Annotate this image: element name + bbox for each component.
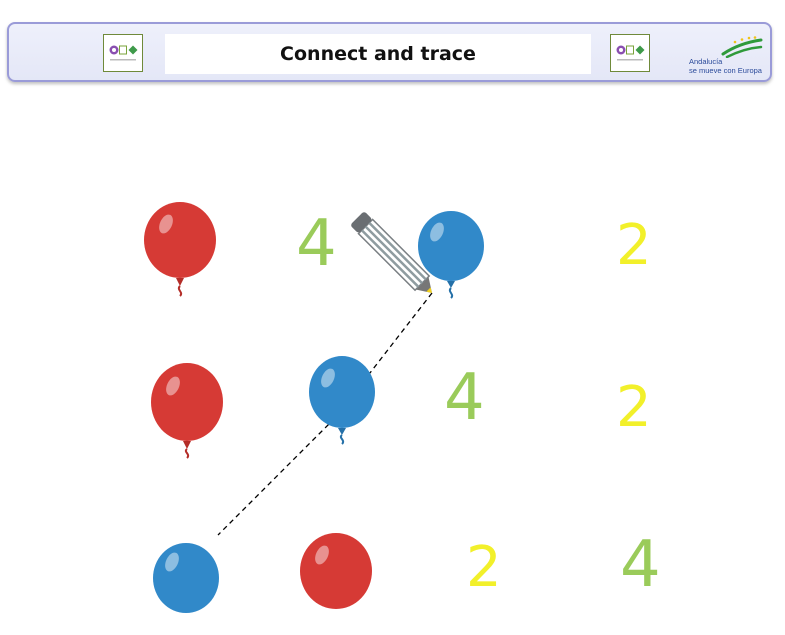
pencil-icon	[351, 212, 432, 293]
